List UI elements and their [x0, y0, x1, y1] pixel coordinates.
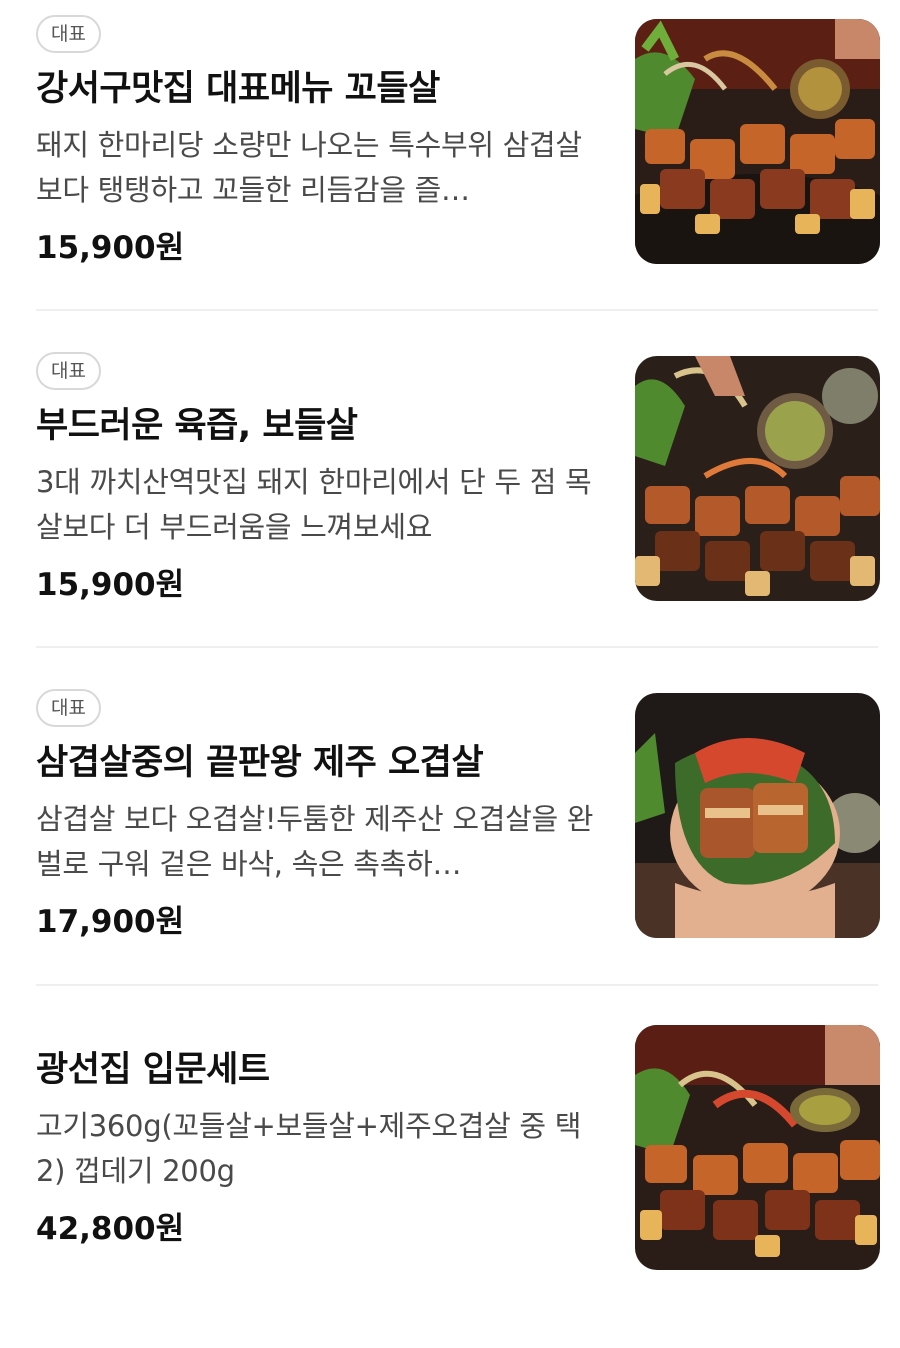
- menu-item[interactable]: 대표 부드러운 육즙, 보들살 3대 까치산역맛집 돼지 한마리에서 단 두 점…: [0, 337, 900, 674]
- menu-item-title: 부드러운 육즙, 보들살: [36, 406, 358, 446]
- menu-item-price: 17,900원: [36, 904, 185, 940]
- food-photo-illustration: [635, 356, 880, 601]
- menu-item-price: 15,900원: [36, 567, 185, 603]
- menu-item-description: 돼지 한마리당 소량만 나오는 특수부위 삼겹살보다 탱탱하고 꼬들한 리듬감을…: [36, 128, 582, 207]
- menu-item-title: 삼겹살중의 끝판왕 제주 오겹살: [36, 743, 484, 783]
- menu-item[interactable]: 광선집 입문세트 고기360g(꼬들살+보들살+제주오겹살 중 택 2) 껍데기…: [0, 1011, 900, 1348]
- menu-item[interactable]: 대표 삼겹살중의 끝판왕 제주 오겹살 삼겹살 보다 오겹살!두툼한 제주산 오…: [0, 674, 900, 1011]
- food-photo-illustration: [635, 19, 880, 264]
- menu-item-price: 42,800원: [36, 1211, 185, 1247]
- grilled-pork-platter-photo[interactable]: [635, 19, 880, 264]
- representative-badge: 대표: [36, 689, 101, 727]
- grilled-pork-platter-photo[interactable]: [635, 356, 880, 601]
- representative-badge: 대표: [36, 352, 101, 390]
- food-photo-illustration: [635, 1025, 880, 1270]
- divider: [36, 309, 878, 311]
- grilled-pork-platter-photo[interactable]: [635, 1025, 880, 1270]
- representative-badge: 대표: [36, 15, 101, 53]
- menu-item-description: 삼겹살 보다 오겹살!두툼한 제주산 오겹살을 완벌로 구워 겉은 바삭, 속은…: [36, 802, 594, 881]
- menu-item-price: 15,900원: [36, 230, 185, 266]
- food-photo-illustration: [635, 693, 880, 938]
- menu-item[interactable]: 대표 강서구맛집 대표메뉴 꼬들살 돼지 한마리당 소량만 나오는 특수부위 삼…: [0, 0, 900, 337]
- menu-list: 대표 강서구맛집 대표메뉴 꼬들살 돼지 한마리당 소량만 나오는 특수부위 삼…: [0, 0, 900, 1298]
- menu-item-title: 강서구맛집 대표메뉴 꼬들살: [36, 69, 440, 109]
- divider: [36, 646, 878, 648]
- divider: [36, 984, 878, 986]
- menu-item-description: 3대 까치산역맛집 돼지 한마리에서 단 두 점 목살보다 더 부드러움을 느껴…: [36, 465, 592, 544]
- pork-lettuce-wrap-photo[interactable]: [635, 693, 880, 938]
- menu-item-title: 광선집 입문세트: [36, 1050, 270, 1090]
- menu-item-description: 고기360g(꼬들살+보들살+제주오겹살 중 택 2) 껍데기 200g: [36, 1109, 582, 1188]
